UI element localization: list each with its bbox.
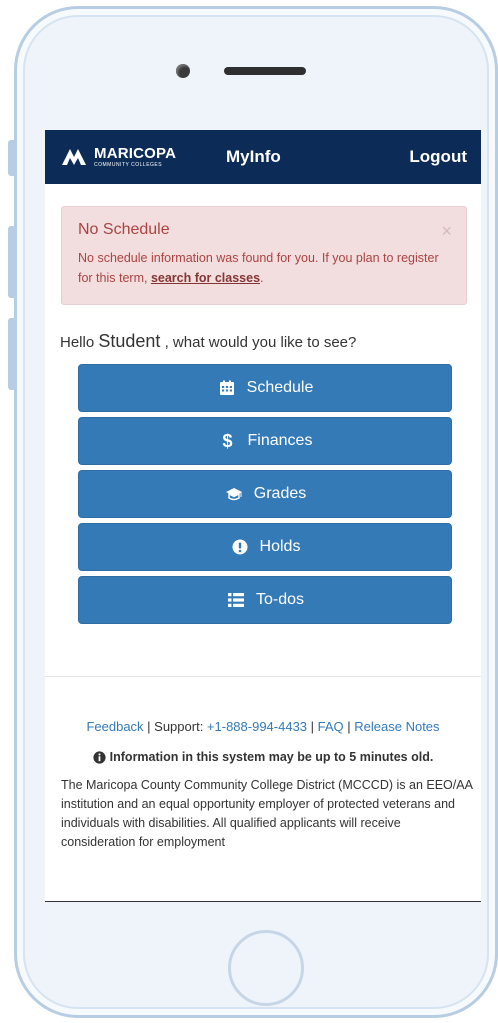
info-notice: Information in this system may be up to …: [45, 750, 481, 764]
feedback-link[interactable]: Feedback: [86, 719, 143, 734]
alert-message-end: .: [260, 271, 264, 285]
info-notice-text: Information in this system may be up to …: [109, 750, 434, 764]
student-name: Student: [98, 331, 161, 351]
schedule-button[interactable]: Schedule: [78, 364, 452, 412]
footer-links: Feedback | Support: +1-888-994-4433 | FA…: [45, 717, 481, 736]
support-label: Support:: [154, 719, 207, 734]
greeting-prefix: Hello: [60, 334, 99, 351]
calendar-icon: [217, 378, 237, 398]
alert-message: No schedule information was found for yo…: [78, 248, 450, 288]
todos-button-label: To-dos: [255, 591, 305, 608]
screen-bottom-edge: [45, 901, 481, 902]
todos-button[interactable]: To-dos: [78, 576, 452, 624]
greeting: Hello Student , what would you like to s…: [60, 331, 481, 352]
phone-home-button[interactable]: [228, 930, 304, 1006]
holds-button-label: Holds: [259, 538, 301, 555]
info-circle-icon: [93, 750, 106, 764]
main-menu: Schedule $ Finances Grades Holds To-dos: [78, 364, 452, 624]
footer-separator: |: [307, 719, 318, 734]
finances-button[interactable]: $ Finances: [78, 417, 452, 465]
phone-camera: [176, 64, 190, 78]
exclamation-circle-icon: [230, 537, 250, 557]
nav-myinfo-link[interactable]: MyInfo: [226, 147, 281, 167]
phone-speaker: [224, 67, 306, 75]
support-phone-link[interactable]: +1-888-994-4433: [207, 719, 307, 734]
top-navbar: MARICOPA COMMUNITY COLLEGES MyInfo Logou…: [45, 130, 481, 184]
nav-logout-link[interactable]: Logout: [409, 147, 467, 167]
alert-title: No Schedule: [78, 221, 170, 238]
maricopa-logo-icon: [62, 149, 86, 165]
finances-button-label: Finances: [247, 432, 313, 449]
app-screen: MARICOPA COMMUNITY COLLEGES MyInfo Logou…: [45, 130, 481, 902]
phone-mute-switch: [8, 140, 14, 176]
footer-divider: [45, 676, 481, 677]
footer-separator: |: [343, 719, 355, 734]
phone-volume-up-button: [8, 226, 14, 298]
greeting-suffix: , what would you like to see?: [160, 334, 357, 351]
phone-volume-down-button: [8, 318, 14, 390]
logo-main-text: MARICOPA: [94, 145, 177, 162]
no-schedule-alert: No Schedule × No schedule information wa…: [61, 206, 467, 305]
dollar-icon: $: [222, 430, 233, 451]
schedule-button-label: Schedule: [246, 379, 314, 396]
eeo-disclaimer: The Maricopa County Community College Di…: [61, 778, 473, 849]
close-icon[interactable]: ×: [441, 221, 452, 242]
logo-sub-text: COMMUNITY COLLEGES: [94, 162, 163, 168]
footer-separator: |: [143, 719, 155, 734]
search-classes-link[interactable]: search for classes: [151, 271, 260, 285]
list-icon: [226, 590, 246, 610]
release-notes-link[interactable]: Release Notes: [354, 719, 439, 734]
holds-button[interactable]: Holds: [78, 523, 452, 571]
maricopa-logo[interactable]: MARICOPA COMMUNITY COLLEGES: [60, 145, 210, 169]
faq-link[interactable]: FAQ: [318, 719, 344, 734]
grades-button[interactable]: Grades: [78, 470, 452, 518]
graduation-cap-icon: [224, 484, 244, 504]
grades-button-label: Grades: [253, 485, 307, 502]
